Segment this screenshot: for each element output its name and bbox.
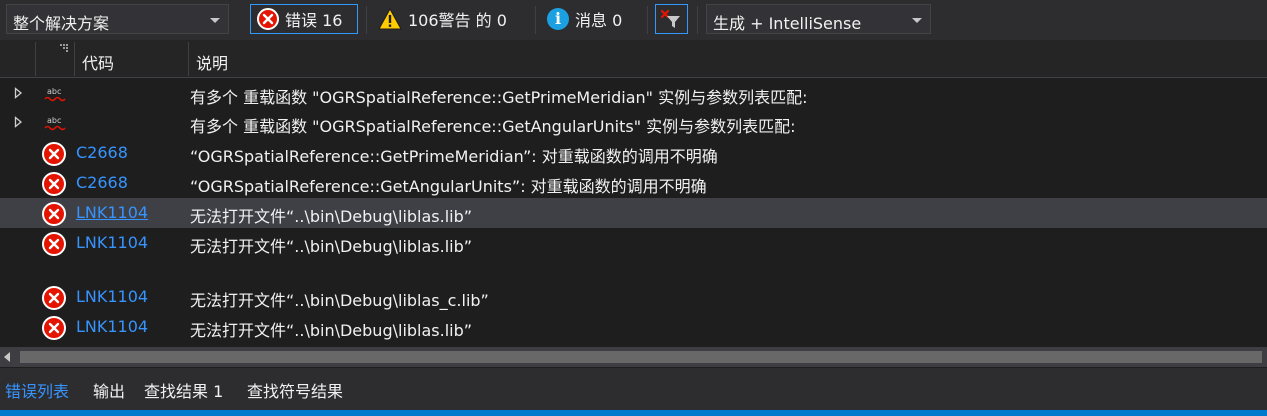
warnings-filter-label: 106警告 的 0 [408, 11, 507, 30]
row-description: 有多个 重载函数 "OGRSpatialReference::GetAngula… [190, 117, 796, 136]
toolbar-divider [366, 6, 367, 34]
scope-value: 整个解决方案 [13, 14, 110, 33]
chevron-down-icon [210, 18, 220, 23]
expand-arrow-icon[interactable] [14, 116, 23, 128]
scope-dropdown[interactable]: 整个解决方案 [6, 4, 229, 34]
warning-icon [378, 8, 402, 30]
info-icon: i [547, 8, 569, 30]
column-header-code[interactable]: 代码 [82, 50, 114, 74]
toolbar-divider [535, 6, 536, 34]
row-description: 有多个 重载函数 "OGRSpatialReference::GetPrimeM… [190, 88, 808, 107]
column-header-description[interactable]: 说明 [196, 50, 228, 74]
tab-find-symbol-results[interactable]: 查找符号结果 [247, 378, 343, 402]
table-row-selected[interactable]: LNK1104 无法打开文件“..\bin\Debug\liblas.lib” [0, 198, 1267, 228]
table-row[interactable]: LNK1104 无法打开文件“..\bin\Debug\liblas_c.lib… [0, 282, 1267, 312]
expand-arrow-icon[interactable] [14, 87, 23, 99]
toolbar-divider [647, 6, 648, 34]
toolbar-divider [697, 6, 698, 34]
error-icon [42, 232, 66, 256]
tool-window-tabs: 错误列表 输出 查找结果 1 查找符号结果 [0, 368, 1267, 416]
table-row[interactable]: C2668 “OGRSpatialReference::GetPrimeMeri… [0, 138, 1267, 168]
error-icon [42, 286, 66, 310]
tab-find-results-1[interactable]: 查找结果 1 [144, 378, 223, 402]
row-code-link[interactable]: C2668 [76, 143, 128, 162]
svg-text:abc: abc [47, 116, 61, 125]
table-row[interactable]: abc 有多个 重载函数 "OGRSpatialReference::GetPr… [0, 79, 1267, 109]
filter-current-project-button[interactable] [655, 4, 688, 34]
row-description: 无法打开文件“..\bin\Debug\liblas.lib” [190, 237, 473, 256]
error-icon [42, 316, 66, 340]
warnings-filter-button[interactable]: 106警告 的 0 [372, 4, 527, 34]
column-header-row: 代码 说明 [0, 40, 1267, 78]
table-row[interactable]: LNK1104 无法打开文件“..\bin\Debug\liblas.lib” [0, 228, 1267, 258]
error-list-toolbar: 整个解决方案 错误 16 106警告 的 0 i 消息 0 生成 + Intel… [0, 0, 1267, 40]
row-code-link[interactable]: LNK1104 [76, 203, 148, 222]
row-description: “OGRSpatialReference::GetPrimeMeridian”:… [190, 147, 718, 166]
table-row[interactable]: LNK1104 无法打开文件“..\bin\Debug\liblas.lib” [0, 312, 1267, 342]
status-bar [0, 410, 1267, 416]
tab-error-list[interactable]: 错误列表 [5, 378, 69, 402]
table-row[interactable]: C2668 “OGRSpatialReference::GetAngularUn… [0, 168, 1267, 198]
filter-icon [660, 9, 680, 28]
table-row[interactable]: abc 有多个 重载函数 "OGRSpatialReference::GetAn… [0, 108, 1267, 138]
errors-filter-button[interactable]: 错误 16 [250, 4, 358, 34]
error-icon [42, 202, 66, 226]
error-icon [42, 172, 66, 196]
column-divider[interactable] [35, 42, 36, 76]
row-description: 无法打开文件“..\bin\Debug\liblas.lib” [190, 321, 473, 340]
chevron-down-icon [912, 18, 922, 23]
horizontal-scrollbar[interactable] [0, 347, 1267, 367]
column-grip-icon [60, 44, 68, 52]
row-code-link[interactable]: C2668 [76, 173, 128, 192]
intellisense-abc-icon: abc [44, 87, 66, 102]
column-divider[interactable] [188, 42, 189, 76]
scroll-left-arrow-icon[interactable] [4, 352, 10, 362]
svg-text:abc: abc [47, 87, 61, 96]
build-source-value: 生成 + IntelliSense [713, 14, 862, 33]
column-divider[interactable] [74, 42, 75, 76]
build-source-dropdown[interactable]: 生成 + IntelliSense [706, 4, 931, 34]
row-code-link[interactable]: LNK1104 [76, 287, 148, 306]
row-code-link[interactable]: LNK1104 [76, 233, 148, 252]
row-description: 无法打开文件“..\bin\Debug\liblas.lib” [190, 207, 473, 226]
messages-filter-button[interactable]: i 消息 0 [541, 4, 641, 34]
row-description: 无法打开文件“..\bin\Debug\liblas_c.lib” [190, 291, 489, 310]
errors-filter-label: 错误 16 [285, 11, 343, 30]
error-icon [257, 8, 279, 30]
error-icon [42, 142, 66, 166]
messages-filter-label: 消息 0 [575, 11, 623, 30]
row-code-link[interactable]: LNK1104 [76, 317, 148, 336]
scrollbar-thumb[interactable] [20, 351, 1262, 363]
row-description: “OGRSpatialReference::GetAngularUnits”: … [190, 177, 707, 196]
intellisense-abc-icon: abc [44, 116, 66, 131]
tab-output[interactable]: 输出 [93, 378, 125, 402]
